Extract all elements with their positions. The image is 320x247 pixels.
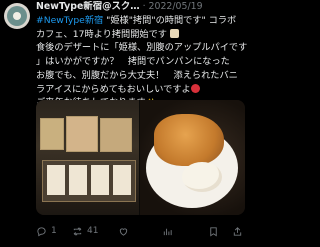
tweet-text: #NewType新宿 "姫様"拷問"の時間です" コラボ カフェ、17時より拷問… <box>36 14 248 110</box>
retweet-button[interactable]: 41 <box>72 222 98 240</box>
tweet-line-4-text: 」はいかがですか？ 拷問でパンパンになった <box>36 56 230 68</box>
tweet-line-1-text: "姫様"拷問"の時間です" コラボ <box>103 15 237 26</box>
tweet-line-4: 」はいかがですか？ 拷問でパンパンになった <box>36 55 248 69</box>
display-name[interactable]: NewType新宿@スク… <box>36 1 140 12</box>
hashtag-link[interactable]: #NewType新宿 <box>36 15 103 26</box>
bookmark-icon <box>210 226 217 236</box>
tweet-line-3-text: 食後のデザートに「姫様、別腹のアップルパイです <box>36 42 248 54</box>
avatar[interactable] <box>4 3 30 29</box>
tweet-media[interactable] <box>36 100 245 215</box>
retweet-icon <box>73 227 82 235</box>
tweet-line-1: #NewType新宿 "姫様"拷問"の時間です" コラボ <box>36 14 248 28</box>
reply-button[interactable]: 1 <box>36 222 57 240</box>
reply-icon <box>37 226 46 236</box>
cafe-posters-photo[interactable] <box>36 100 139 215</box>
share-button[interactable] <box>232 222 243 240</box>
apple-pie <box>154 114 224 166</box>
poster-image <box>100 118 132 152</box>
retweet-count: 41 <box>87 226 99 236</box>
reply-count: 1 <box>51 226 57 236</box>
tweet-line-6: ラアイスにからめてもおいしいですよ <box>36 83 248 97</box>
apple-emoji-icon <box>190 83 200 93</box>
bookmark-button[interactable] <box>208 222 219 240</box>
poster-image <box>66 116 98 152</box>
board-sheet <box>113 165 131 195</box>
tweet-header: NewType新宿@スク… · 2022/05/19 <box>36 1 250 13</box>
separator: · <box>142 1 146 12</box>
board-sheet <box>47 165 65 195</box>
board-sheet <box>91 165 109 195</box>
tweet-line-3: 食後のデザートに「姫様、別腹のアップルパイです <box>36 41 248 55</box>
like-button[interactable] <box>118 222 133 240</box>
heart-icon <box>119 227 128 236</box>
tweet-line-6-text: ラアイスにからめてもおいしいですよ <box>36 83 191 95</box>
board-sheet <box>69 165 87 195</box>
cake-emoji-icon <box>169 28 179 38</box>
apple-pie-photo[interactable] <box>140 100 245 215</box>
tweet-line-5-text: お腹でも、別腹だから大丈夫！ 添えられたバニ <box>36 69 238 81</box>
avatar-center <box>13 12 21 20</box>
vanilla-ice-cream <box>182 162 222 192</box>
tweet-line-2: カフェ、17時より拷問開始です <box>36 28 248 42</box>
tweet-date[interactable]: 2022/05/19 <box>149 1 203 12</box>
tweet-line-5: お腹でも、別腹だから大丈夫！ 添えられたバニ <box>36 69 248 83</box>
tweet-actions: 1 41 <box>36 222 248 242</box>
tweet-line-2-text: カフェ、17時より拷問開始です <box>36 28 167 40</box>
share-icon <box>233 226 242 236</box>
views-button[interactable] <box>162 222 177 240</box>
poster-image <box>40 118 64 150</box>
views-icon <box>163 228 172 235</box>
display-board <box>42 160 136 202</box>
